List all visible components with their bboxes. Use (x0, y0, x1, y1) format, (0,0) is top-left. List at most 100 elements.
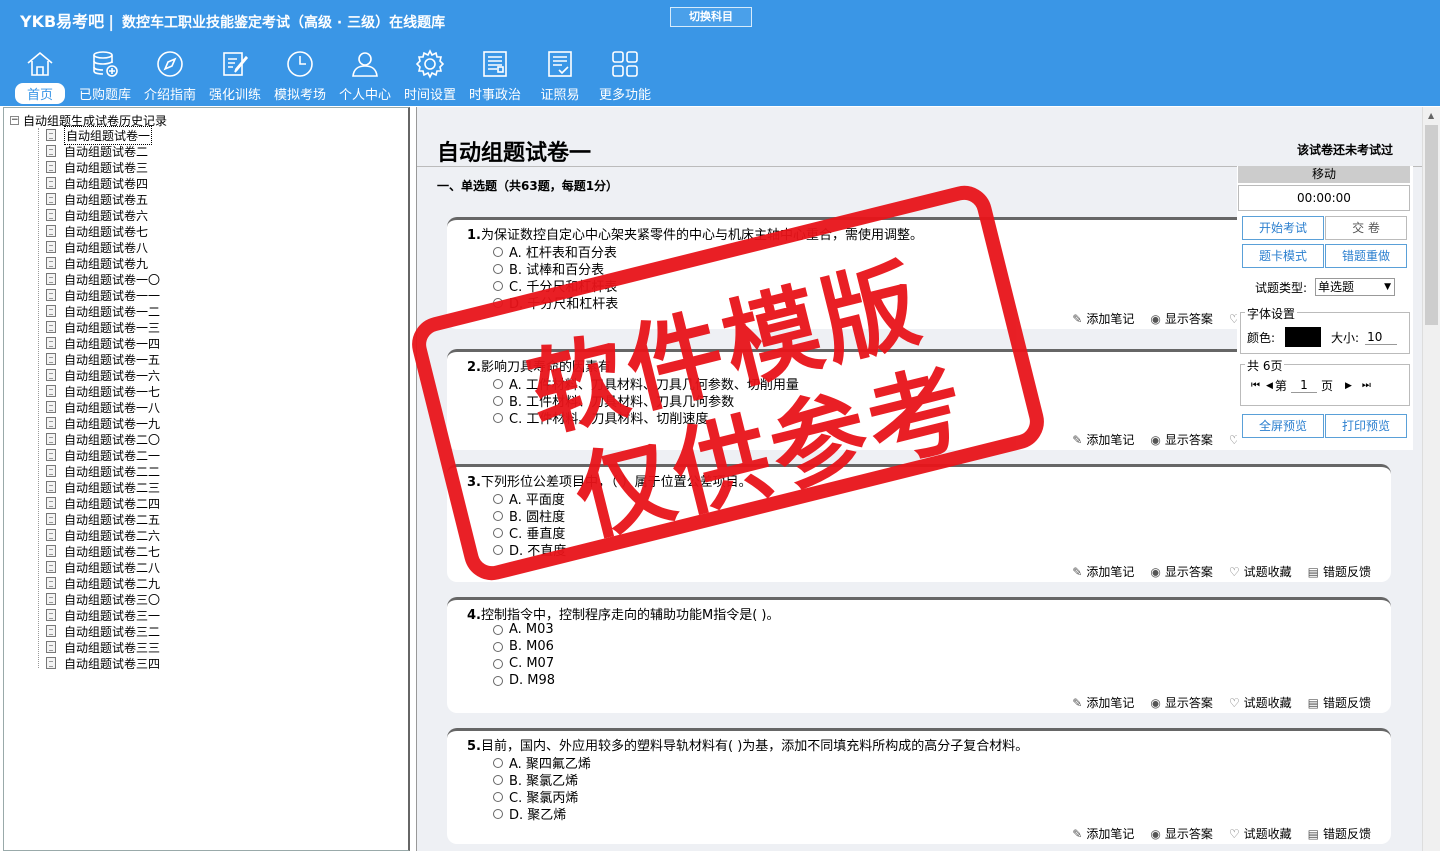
panel-move-handle[interactable]: 移动 (1238, 166, 1410, 183)
nav-guide[interactable]: 介绍指南 (138, 48, 202, 104)
start-exam-button[interactable]: 开始考试 (1242, 216, 1324, 240)
nav-certificate[interactable]: 证照易 (528, 48, 592, 104)
nav-purchased[interactable]: 已购题库 (73, 48, 137, 104)
tree-item[interactable]: 自动组题试卷三一 (46, 607, 160, 623)
page-input[interactable]: 1 (1290, 378, 1317, 393)
radio-button[interactable] (493, 658, 503, 669)
tree-item[interactable]: 自动组题试卷二六 (46, 527, 160, 543)
tree-item[interactable]: 自动组题试卷二〇 (46, 431, 160, 447)
nav-label: 更多功能 (598, 88, 651, 103)
show-answer-button[interactable]: ◉ 显示答案 (1150, 825, 1213, 842)
add-note-button[interactable]: ✎ 添加笔记 (1072, 694, 1134, 711)
tree-item[interactable]: 自动组题试卷一〇 (46, 271, 160, 287)
first-page-icon[interactable]: ⏮ (1251, 380, 1260, 391)
option[interactable]: B. M06 (493, 639, 554, 654)
radio-button[interactable] (493, 675, 503, 686)
tree-item[interactable]: 自动组题试卷五 (46, 191, 160, 207)
tree-item[interactable]: 自动组题试卷一七 (46, 383, 160, 399)
tree-item[interactable]: 自动组题试卷一六 (46, 367, 160, 383)
tree-item[interactable]: 自动组题试卷一一 (46, 287, 160, 303)
option[interactable]: D. 聚乙烯 (493, 804, 566, 823)
main-scrollbar[interactable]: ▲ (1422, 107, 1440, 851)
tree-item[interactable]: 自动组题试卷三四 (46, 655, 160, 671)
tree-item[interactable]: 自动组题试卷八 (46, 239, 160, 255)
tree-item[interactable]: 自动组题试卷一五 (46, 351, 160, 367)
redo-wrong-button[interactable]: 错题重做 (1325, 244, 1407, 268)
tree-item[interactable]: 自动组题试卷二八 (46, 559, 160, 575)
favorite-button[interactable]: ♡试题收藏 (1229, 694, 1292, 711)
tree-item[interactable]: 自动组题试卷一三 (46, 319, 160, 335)
radio-button[interactable] (493, 757, 503, 768)
font-size-input[interactable]: 10 (1365, 330, 1398, 345)
show-answer-button[interactable]: ◉ 显示答案 (1150, 694, 1213, 711)
nav-home[interactable]: 首页 (8, 48, 72, 104)
tree-item[interactable]: 自动组题试卷九 (46, 255, 160, 271)
tree-item[interactable]: 自动组题试卷三三 (46, 639, 160, 655)
radio-button[interactable] (493, 624, 503, 635)
nav-politics[interactable]: 时事政治 (463, 48, 527, 104)
radio-button[interactable] (493, 791, 503, 802)
collapse-icon[interactable]: − (10, 116, 19, 125)
switch-subject-button[interactable]: 切换科目 (670, 7, 752, 27)
option[interactable]: A. M03 (493, 622, 554, 637)
tree-item[interactable]: 自动组题试卷三 (46, 159, 160, 175)
radio-button[interactable] (493, 263, 503, 274)
tree-item[interactable]: 自动组题试卷二九 (46, 575, 160, 591)
radio-button[interactable] (493, 280, 503, 291)
font-settings: 字体设置 颜色: 大小: 10 (1240, 305, 1410, 354)
question-text: 5.目前，国内、外应用较多的塑料导轨材料有( )为基，添加不同填充料所构成的高分… (467, 735, 1028, 754)
nav-personal[interactable]: 个人中心 (333, 48, 397, 104)
add-note-button[interactable]: ✎ 添加笔记 (1072, 431, 1134, 448)
nav-training[interactable]: 强化训练 (203, 48, 267, 104)
radio-button[interactable] (493, 774, 503, 785)
favorite-button[interactable]: ♡试题收藏 (1229, 825, 1292, 842)
feedback-button[interactable]: ▤错题反馈 (1308, 694, 1371, 711)
card-mode-button[interactable]: 题卡模式 (1242, 244, 1324, 268)
tree-item[interactable]: 自动组题试卷六 (46, 207, 160, 223)
tree-item[interactable]: 自动组题试卷一四 (46, 335, 160, 351)
show-answer-button[interactable]: ◉ 显示答案 (1150, 563, 1213, 580)
feedback-button[interactable]: ▤错题反馈 (1308, 825, 1371, 842)
tree-item[interactable]: 自动组题试卷二 (46, 143, 160, 159)
scroll-up-icon[interactable]: ▲ (1428, 111, 1434, 120)
last-page-icon[interactable]: ⏭ (1362, 380, 1371, 391)
add-note-button[interactable]: ✎ 添加笔记 (1072, 563, 1134, 580)
tree-item[interactable]: 自动组题试卷二七 (46, 543, 160, 559)
color-swatch[interactable] (1285, 327, 1322, 347)
tree-item[interactable]: 自动组题试卷二三 (46, 479, 160, 495)
show-answer-button[interactable]: ◉ 显示答案 (1150, 310, 1213, 327)
feedback-button[interactable]: ▤错题反馈 (1308, 563, 1371, 580)
tree-item[interactable]: 自动组题试卷七 (46, 223, 160, 239)
radio-button[interactable] (493, 246, 503, 257)
tree-item[interactable]: 自动组题试卷二二 (46, 463, 160, 479)
tree-item[interactable]: 自动组题试卷二五 (46, 511, 160, 527)
favorite-button[interactable]: ♡试题收藏 (1229, 563, 1292, 580)
option[interactable]: C. M07 (493, 656, 554, 671)
scroll-thumb[interactable] (1425, 125, 1438, 325)
submit-button[interactable]: 交 卷 (1325, 216, 1407, 240)
show-answer-button[interactable]: ◉ 显示答案 (1150, 431, 1213, 448)
tree-item[interactable]: 自动组题试卷二一 (46, 447, 160, 463)
add-note-button[interactable]: ✎ 添加笔记 (1072, 310, 1134, 327)
tree-item[interactable]: 自动组题试卷一九 (46, 415, 160, 431)
tree-item[interactable]: 自动组题试卷一二 (46, 303, 160, 319)
fullscreen-preview-button[interactable]: 全屏预览 (1242, 414, 1324, 438)
tree-item[interactable]: 自动组题试卷三〇 (46, 591, 160, 607)
nav-more[interactable]: 更多功能 (593, 48, 657, 104)
add-note-button[interactable]: ✎ 添加笔记 (1072, 825, 1134, 842)
option[interactable]: D. M98 (493, 673, 555, 688)
nav-time-settings[interactable]: 时间设置 (398, 48, 462, 104)
radio-button[interactable] (493, 808, 503, 819)
exam-timer: 00:00:00 (1238, 185, 1410, 211)
tree-item[interactable]: 自动组题试卷四 (46, 175, 160, 191)
print-preview-button[interactable]: 打印预览 (1325, 414, 1407, 438)
prev-page-icon[interactable]: ◀ (1266, 381, 1273, 391)
question-type-select[interactable]: 单选题 ▼ (1315, 278, 1396, 296)
tree-item[interactable]: 自动组题试卷一 (46, 125, 160, 145)
nav-mock-exam[interactable]: 模拟考场 (268, 48, 332, 104)
tree-item[interactable]: 自动组题试卷二四 (46, 495, 160, 511)
radio-button[interactable] (493, 641, 503, 652)
next-page-icon[interactable]: ▶ (1345, 381, 1352, 391)
tree-item[interactable]: 自动组题试卷三二 (46, 623, 160, 639)
tree-item[interactable]: 自动组题试卷一八 (46, 399, 160, 415)
